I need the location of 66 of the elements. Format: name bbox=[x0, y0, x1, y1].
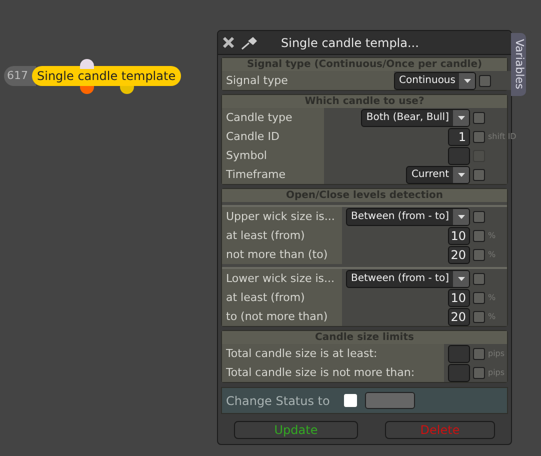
checkbox[interactable] bbox=[473, 292, 485, 304]
checkbox[interactable] bbox=[473, 130, 485, 142]
dropdown[interactable]: Between (from - to] bbox=[346, 208, 470, 226]
dropdown[interactable]: Both (Bear, Bull] bbox=[361, 108, 470, 126]
number-field[interactable]: 20 bbox=[448, 246, 470, 264]
number-field[interactable] bbox=[448, 146, 470, 164]
caret-icon bbox=[453, 110, 469, 126]
dropdown-value: Between (from - to] bbox=[350, 272, 450, 286]
number-field[interactable]: 1 bbox=[448, 128, 470, 146]
unit-label: % bbox=[488, 230, 496, 240]
unit-label: % bbox=[488, 312, 496, 320]
field-label: Total candle size is at least: bbox=[222, 344, 444, 363]
field-label: Upper wick size is... bbox=[222, 207, 342, 226]
caret-icon bbox=[453, 208, 469, 224]
checkbox[interactable] bbox=[473, 112, 485, 124]
field-label: Timeframe bbox=[222, 165, 324, 184]
checkbox[interactable] bbox=[473, 168, 485, 180]
input-port[interactable] bbox=[80, 59, 94, 69]
field-label: Lower wick size is... bbox=[222, 269, 342, 288]
number-field[interactable]: 20 bbox=[448, 308, 470, 326]
field-label: Candle ID bbox=[222, 127, 324, 146]
field-label: at least (from) bbox=[222, 288, 342, 307]
field-label: at least (from) bbox=[222, 226, 342, 245]
close-icon[interactable] bbox=[222, 36, 235, 49]
number-field[interactable] bbox=[448, 364, 470, 382]
output-port[interactable] bbox=[80, 86, 94, 94]
caret-icon bbox=[453, 166, 469, 182]
caret-icon bbox=[453, 270, 469, 286]
caret-icon bbox=[459, 72, 476, 88]
checkbox[interactable] bbox=[473, 248, 485, 260]
update-button[interactable]: Update bbox=[234, 421, 358, 439]
unit-label: % bbox=[488, 250, 496, 258]
status-checkbox[interactable] bbox=[344, 394, 357, 407]
dropdown-value: Continuous bbox=[398, 74, 456, 88]
checkbox[interactable] bbox=[473, 272, 485, 284]
window-title: Single candle templa... bbox=[281, 34, 419, 52]
node-id-badge: 617 bbox=[4, 66, 36, 86]
dropdown[interactable]: Current bbox=[406, 166, 470, 184]
status-label: Change Status to bbox=[226, 392, 331, 410]
checkbox[interactable] bbox=[473, 366, 485, 378]
unit-label: % bbox=[488, 292, 496, 302]
field-label: to (not more than) bbox=[222, 307, 342, 326]
node-label[interactable]: Single candle template bbox=[32, 66, 181, 86]
checkbox[interactable] bbox=[479, 74, 492, 86]
field-label: Candle type bbox=[222, 108, 324, 127]
number-field[interactable]: 10 bbox=[448, 288, 470, 306]
field-label: Symbol bbox=[222, 146, 324, 165]
field-label: Signal type bbox=[222, 71, 394, 90]
dropdown-value: Between (from - to] bbox=[350, 210, 450, 224]
dropdown[interactable]: Continuous bbox=[394, 72, 476, 90]
dropdown-value: Both (Bear, Bull] bbox=[365, 110, 450, 124]
checkbox[interactable] bbox=[473, 348, 485, 360]
variables-tab-label: Variables bbox=[512, 39, 527, 90]
field-label: Total candle size is not more than: bbox=[222, 363, 444, 382]
status-field[interactable] bbox=[365, 392, 415, 409]
checkbox[interactable] bbox=[473, 230, 485, 242]
variables-tab[interactable]: Variables bbox=[511, 33, 526, 96]
checkbox[interactable] bbox=[473, 210, 485, 222]
dropdown-value: Current bbox=[410, 168, 450, 182]
pin-icon[interactable] bbox=[241, 36, 259, 50]
number-field[interactable] bbox=[448, 344, 470, 362]
number-field[interactable]: 10 bbox=[448, 226, 470, 244]
field-label: not more than (to) bbox=[222, 245, 342, 264]
checkbox[interactable] bbox=[473, 310, 485, 322]
dropdown[interactable]: Between (from - to] bbox=[346, 270, 470, 288]
output-port[interactable] bbox=[120, 86, 134, 94]
